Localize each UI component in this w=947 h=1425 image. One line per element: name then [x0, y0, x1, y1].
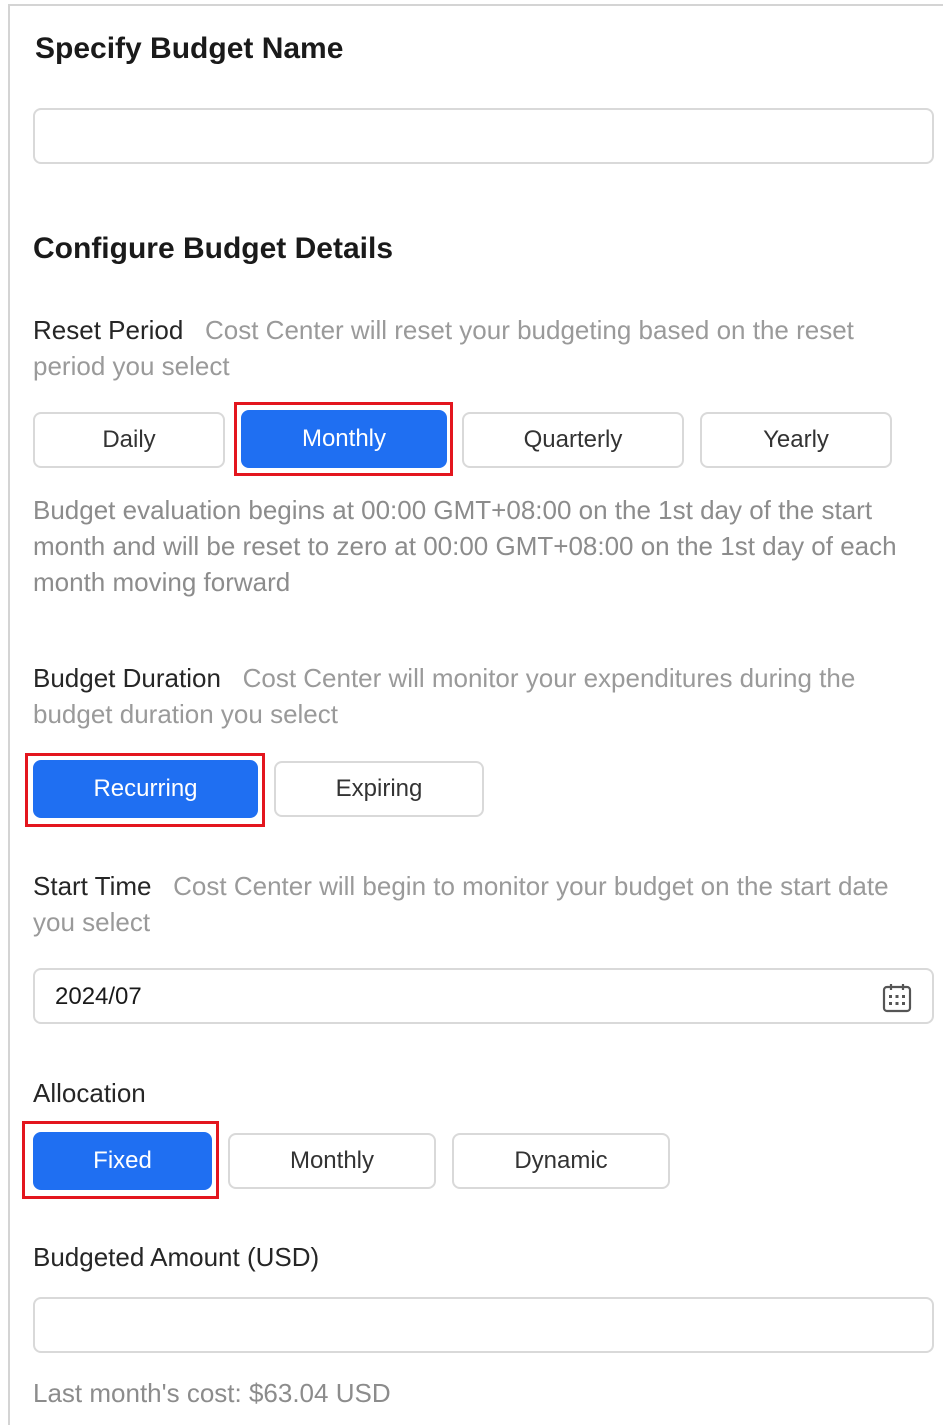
- start-time-picker[interactable]: 2024/07: [33, 968, 934, 1024]
- budget-name-title: Specify Budget Name: [35, 32, 344, 65]
- reset-period-yearly-button[interactable]: Yearly: [700, 412, 892, 468]
- calendar-icon[interactable]: [881, 982, 913, 1021]
- allocation-dynamic-button[interactable]: Dynamic: [452, 1133, 670, 1189]
- budgeted-amount-label: Budgeted Amount (USD): [33, 1242, 320, 1272]
- start-time-header: Start Time Cost Center will begin to mon…: [33, 868, 933, 940]
- start-time-value: 2024/07: [55, 983, 142, 1010]
- reset-period-quarterly-button[interactable]: Quarterly: [462, 412, 684, 468]
- allocation-fixed-button[interactable]: Fixed: [33, 1132, 212, 1190]
- budget-duration-expiring-button[interactable]: Expiring: [274, 761, 484, 817]
- budget-name-input[interactable]: [33, 108, 934, 164]
- reset-period-label: Reset Period: [33, 315, 184, 345]
- reset-period-daily-button[interactable]: Daily: [33, 412, 225, 468]
- budget-duration-label: Budget Duration: [33, 663, 221, 693]
- reset-period-header: Reset Period Cost Center will reset your…: [33, 312, 933, 384]
- budget-duration-recurring-button[interactable]: Recurring: [33, 760, 258, 818]
- allocation-monthly-button[interactable]: Monthly: [228, 1133, 436, 1189]
- start-time-hint: Cost Center will begin to monitor your b…: [33, 871, 889, 937]
- budgeted-amount-input[interactable]: [33, 1297, 934, 1353]
- reset-period-monthly-button[interactable]: Monthly: [241, 410, 447, 468]
- start-time-label: Start Time: [33, 871, 152, 901]
- budget-duration-header: Budget Duration Cost Center will monitor…: [33, 660, 933, 732]
- budget-details-title: Configure Budget Details: [33, 232, 394, 265]
- reset-period-description: Budget evaluation begins at 00:00 GMT+08…: [33, 495, 897, 597]
- allocation-label: Allocation: [33, 1078, 146, 1108]
- last-month-cost-text: Last month's cost: $63.04 USD: [33, 1378, 391, 1408]
